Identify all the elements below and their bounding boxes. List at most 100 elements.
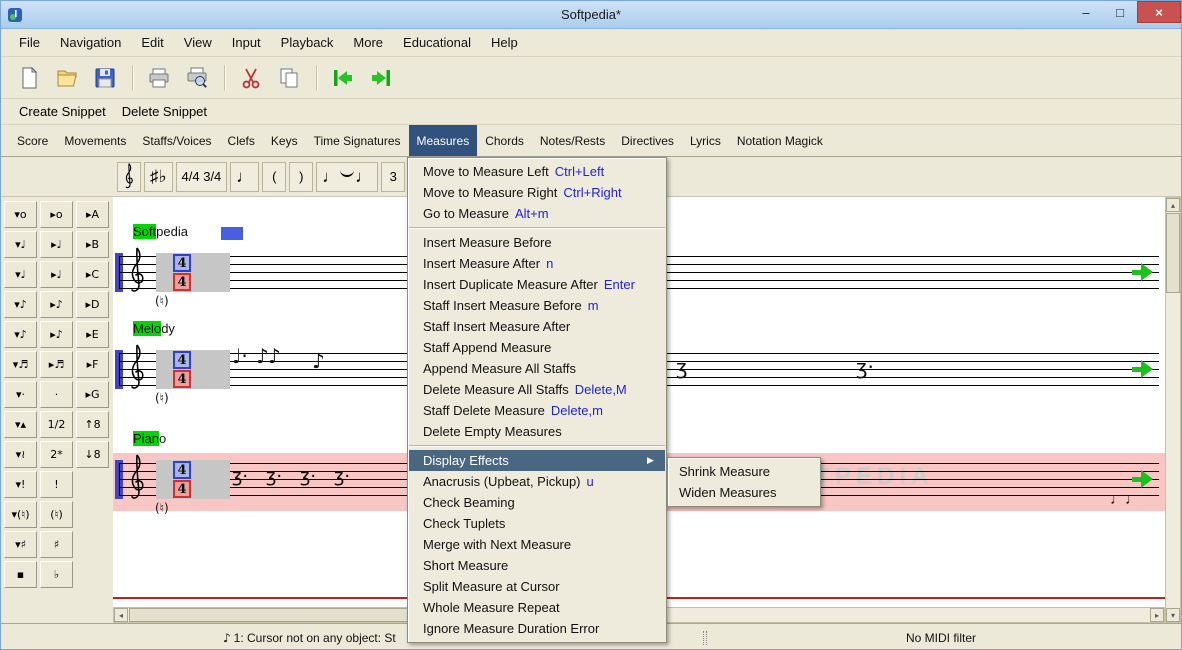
- rest-glyph[interactable]: ʒ·: [232, 466, 248, 487]
- palette-button[interactable]: ▸G: [76, 381, 109, 408]
- palette-button[interactable]: ▸A: [76, 201, 109, 228]
- scroll-up-button[interactable]: ▴: [1166, 198, 1180, 212]
- menu-item[interactable]: Anacrusis (Upbeat, Pickup) u: [409, 471, 665, 492]
- menubar-item[interactable]: File: [9, 30, 50, 56]
- menu-item[interactable]: Go to Measure Alt+m: [409, 203, 665, 224]
- menubar-item[interactable]: Navigation: [50, 30, 131, 56]
- palette-button[interactable]: ▪: [4, 561, 37, 588]
- menu-item[interactable]: Split Measure at Cursor: [409, 576, 665, 597]
- palette-button[interactable]: ▸♩: [40, 261, 73, 288]
- palette-button[interactable]: ▾♬: [4, 351, 37, 378]
- menu-item[interactable]: Append Measure All Staffs: [409, 358, 665, 379]
- palette-button[interactable]: ↓8: [76, 441, 109, 468]
- menu-item[interactable]: Whole Measure Repeat: [409, 597, 665, 618]
- tuplet-button[interactable]: 3: [381, 161, 406, 192]
- rest-glyph[interactable]: ʒ·: [300, 466, 316, 487]
- palette-button[interactable]: ▾·: [4, 381, 37, 408]
- copy-button[interactable]: [271, 61, 307, 95]
- titlebar[interactable]: Softpedia* – □ ×: [1, 1, 1181, 29]
- menubar-item[interactable]: Input: [222, 30, 271, 56]
- cut-button[interactable]: [233, 61, 269, 95]
- palette-button[interactable]: ▸F: [76, 351, 109, 378]
- menu-item[interactable]: Ignore Measure Duration Error: [409, 618, 665, 639]
- palette-button[interactable]: ▸C: [76, 261, 109, 288]
- note-glyph[interactable]: ♩♩: [1110, 491, 1140, 508]
- clef-button[interactable]: [117, 161, 141, 192]
- note-glyph[interactable]: ♪: [256, 344, 269, 368]
- menu-item[interactable]: Staff Delete Measure Delete,m: [409, 400, 665, 421]
- staff-name-label[interactable]: Melody: [133, 321, 175, 336]
- palette-button[interactable]: ▾▴: [4, 411, 37, 438]
- menu-item[interactable]: Staff Insert Measure After: [409, 316, 665, 337]
- note-glyph[interactable]: ♪: [268, 344, 281, 368]
- menu-item[interactable]: Move to Measure Left Ctrl+Left: [409, 161, 665, 182]
- selected-measure-region[interactable]: [156, 253, 230, 292]
- mode-tab[interactable]: Notes/Rests: [532, 125, 613, 156]
- time-signature-numerator[interactable]: 4: [173, 254, 191, 272]
- slur-button[interactable]: ♩ ♩: [316, 161, 379, 192]
- palette-button[interactable]: ▸B: [76, 231, 109, 258]
- palette-button[interactable]: ▾♯: [4, 531, 37, 558]
- palette-button[interactable]: ·: [40, 381, 73, 408]
- submenu-item[interactable]: Shrink Measure: [669, 461, 819, 482]
- rest-glyph[interactable]: ʒ·: [266, 466, 282, 487]
- time-signature-numerator[interactable]: 4: [173, 351, 191, 369]
- maximize-button[interactable]: □: [1103, 1, 1137, 23]
- palette-button[interactable]: ↑8: [76, 411, 109, 438]
- note-glyph[interactable]: ♪: [312, 349, 325, 373]
- palette-button[interactable]: 2*: [40, 441, 73, 468]
- menu-item[interactable]: [409, 442, 665, 450]
- note-glyph[interactable]: ʒ: [676, 355, 688, 379]
- snippet-button[interactable]: Delete Snippet: [114, 100, 215, 124]
- palette-button[interactable]: ▸E: [76, 321, 109, 348]
- palette-button[interactable]: 1/2: [40, 411, 73, 438]
- palette-button[interactable]: ▾♩: [4, 231, 37, 258]
- menu-item[interactable]: Merge with Next Measure: [409, 534, 665, 555]
- mode-tab[interactable]: Chords: [477, 125, 532, 156]
- close-button[interactable]: ×: [1137, 1, 1181, 23]
- time-signature-denominator[interactable]: 4: [173, 370, 191, 388]
- menu-item[interactable]: Check Tuplets: [409, 513, 665, 534]
- submenu-item[interactable]: Widen Measures: [669, 482, 819, 503]
- menubar-item[interactable]: More: [343, 30, 393, 56]
- time-signature-button[interactable]: 4/4 3/4: [175, 161, 228, 192]
- palette-button[interactable]: ▸D: [76, 291, 109, 318]
- mode-tab[interactable]: Score: [9, 125, 56, 156]
- time-signature-denominator[interactable]: 4: [173, 480, 191, 498]
- note-glyph[interactable]: ʒ·: [856, 355, 874, 379]
- staff-name-label[interactable]: Piano: [133, 431, 166, 446]
- scroll-left-button[interactable]: ◂: [114, 608, 128, 622]
- menu-item[interactable]: Short Measure: [409, 555, 665, 576]
- scroll-down-button[interactable]: ▾: [1166, 608, 1180, 622]
- mode-tab[interactable]: Clefs: [220, 125, 263, 156]
- palette-button[interactable]: ▸o: [40, 201, 73, 228]
- open-file-button[interactable]: [49, 61, 85, 95]
- palette-button[interactable]: (♮): [40, 501, 73, 528]
- menu-item[interactable]: Delete Empty Measures: [409, 421, 665, 442]
- palette-button[interactable]: ▸♩: [40, 231, 73, 258]
- menubar-item[interactable]: View: [174, 30, 222, 56]
- menu-item[interactable]: Move to Measure Right Ctrl+Right: [409, 182, 665, 203]
- menu-item[interactable]: Check Beaming: [409, 492, 665, 513]
- key-signature-button[interactable]: ♯♭: [144, 161, 173, 192]
- time-signature-numerator[interactable]: 4: [173, 461, 191, 479]
- mode-tab[interactable]: Measures: [408, 125, 478, 156]
- redo-button[interactable]: [363, 61, 399, 95]
- menubar-item[interactable]: Edit: [131, 30, 173, 56]
- undo-button[interactable]: [325, 61, 361, 95]
- palette-button[interactable]: ♭: [40, 561, 73, 588]
- mode-tab[interactable]: Time Signatures: [306, 125, 409, 156]
- print-button[interactable]: [141, 61, 177, 95]
- menu-item[interactable]: Insert Duplicate Measure After Enter: [409, 274, 665, 295]
- scroll-right-button[interactable]: ▸: [1150, 608, 1164, 622]
- staff-name-label[interactable]: Softpedia: [133, 224, 188, 239]
- palette-button[interactable]: ▾♪: [4, 291, 37, 318]
- rest-glyph[interactable]: ʒ·: [334, 466, 350, 487]
- vertical-scrollbar[interactable]: ▴ ▾: [1165, 197, 1181, 623]
- palette-button[interactable]: ▸♪: [40, 291, 73, 318]
- open-paren-button[interactable]: (: [262, 161, 287, 192]
- menu-item[interactable]: [409, 224, 665, 232]
- vertical-scroll-thumb[interactable]: [1166, 213, 1180, 293]
- palette-button[interactable]: ▸♪: [40, 321, 73, 348]
- palette-button[interactable]: ▾♪: [4, 321, 37, 348]
